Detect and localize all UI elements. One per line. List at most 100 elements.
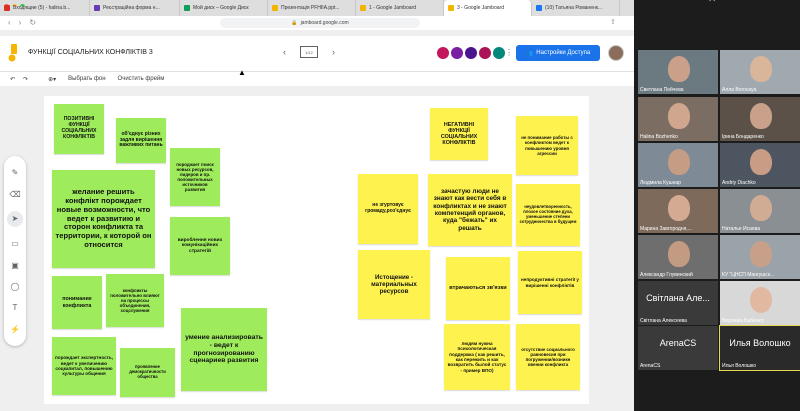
browser-tab[interactable]: Входящие (5) - halina.b... [0, 0, 90, 16]
participant-tile[interactable]: Алла Borovaya [720, 50, 800, 94]
share-page-icon[interactable]: ⇪ [610, 18, 616, 26]
sticky-note[interactable]: конфликты положительно влияют на процесс… [106, 274, 164, 327]
participant-tile[interactable]: Светлана Пейчева [638, 50, 718, 94]
sticky-note[interactable]: умение анализировать - ведет к прогнозир… [181, 308, 267, 391]
sticky-note[interactable]: непродуктивні стратегії у вирішенні конф… [518, 251, 582, 314]
board-toolbar: ↶ ↷ ⊕▾ Выбрать фон Очистить фрейм [0, 72, 634, 86]
collaborator-avatars [437, 47, 505, 59]
participant-video [750, 195, 772, 221]
browser-window: Входящие (5) - halina.b... Реєстраційна … [0, 0, 634, 411]
prev-frame-icon[interactable]: ‹ [283, 47, 286, 57]
participant-video [668, 241, 690, 267]
nav-buttons: ‹ › ↻ [8, 18, 36, 27]
jamboard-logo-icon[interactable] [8, 44, 20, 62]
forms-icon [94, 5, 100, 11]
undo-icon[interactable]: ↶ [10, 76, 15, 83]
more-menu-icon[interactable]: ⋮ [505, 48, 513, 57]
collaborator-avatar-icon[interactable] [479, 47, 491, 59]
browser-tab-strip: Входящие (5) - halina.b... Реєстраційна … [0, 0, 634, 16]
facebook-icon [536, 5, 542, 11]
browser-tab[interactable]: Мой диск – Google Диск [180, 0, 268, 16]
board-title[interactable]: ФУНКЦІЇ СОЦІАЛЬНИХ КОНФЛІКТІВ 3 [28, 49, 153, 56]
eraser-icon[interactable]: ⌫ [9, 190, 20, 199]
collaborator-avatar-icon[interactable] [465, 47, 477, 59]
participant-video [750, 149, 772, 175]
back-icon[interactable]: ‹ [8, 18, 11, 27]
participant-tile[interactable]: Світлана Але... Світлана Алексеева [638, 281, 718, 325]
participant-tile[interactable]: Ірина Бондаренко [720, 97, 800, 141]
video-call-panel: ✕ Светлана Пейчева Алла Borovaya Halina … [634, 0, 800, 411]
participant-video [668, 195, 690, 221]
collaborator-avatar-icon[interactable] [493, 47, 505, 59]
jamboard-icon [448, 5, 454, 11]
participant-tile[interactable]: Вероніка Бабенко [720, 281, 800, 325]
redo-icon[interactable]: ↷ [23, 76, 28, 83]
browser-tab[interactable]: Презентація PFHIIA.ppt... [268, 0, 356, 16]
participant-tile[interactable]: Людмила Кушнар [638, 143, 718, 187]
clear-frame-button[interactable]: Очистить фрейм [118, 76, 165, 82]
sticky-note-icon[interactable]: ▭ [11, 239, 19, 248]
zoom-icon[interactable]: ⊕▾ [48, 76, 56, 83]
browser-tab[interactable]: Реєстраційна форма н... [90, 0, 180, 16]
sticky-note[interactable]: не згуртовує громаду,роз'єднує [358, 174, 418, 244]
collaborator-avatar-icon[interactable] [451, 47, 463, 59]
lock-icon: 🔒 [291, 20, 298, 26]
participant-tile[interactable]: КУ "ЦНСП Мангушск... [720, 235, 800, 279]
sticky-note[interactable]: породжает поиск новых ресурсов, лидеров … [170, 148, 220, 206]
participant-tile-active-speaker[interactable]: Илья Волошко Илья Волошко [719, 325, 800, 371]
collaborator-avatar-icon[interactable] [437, 47, 449, 59]
whiteboard-canvas[interactable]: ПОЗИТИВНІ ФУНКЦІЇ СОЦІАЛЬНИХ КОНФЛІКТІВ … [44, 96, 589, 404]
participant-video [750, 103, 772, 129]
laser-icon[interactable]: ⚡ [10, 325, 20, 334]
participant-video [668, 103, 690, 129]
participant-video [668, 149, 690, 175]
jamboard-icon [360, 5, 366, 11]
participant-tile[interactable]: Andriy Diachko [720, 143, 800, 187]
sticky-note[interactable]: Истощение - материальных ресурсов [358, 250, 430, 319]
participant-video [750, 287, 772, 313]
circle-shape-icon[interactable]: ◯ [11, 282, 20, 291]
mouse-cursor-icon: ▲ [238, 68, 246, 77]
participant-tile[interactable]: Наталье Исаева [720, 189, 800, 233]
sticky-note[interactable]: желание решить конфлікт порождает новые … [52, 170, 155, 268]
drive-icon [184, 5, 190, 11]
share-settings-button[interactable]: 👥 Настройки Доступа [516, 45, 600, 61]
sticky-note[interactable]: понимание конфликта [52, 276, 102, 329]
user-avatar[interactable] [608, 45, 624, 61]
sticky-note[interactable]: не понимание работы с конфликтом ведет к… [516, 116, 578, 175]
reload-icon[interactable]: ↻ [29, 18, 36, 27]
image-icon[interactable]: ▣ [11, 261, 19, 270]
text-box-icon[interactable]: T [13, 303, 18, 312]
participant-tile[interactable]: ArenaCS ArenaCS [638, 326, 718, 370]
address-bar: ‹ › ↻ 🔒 jamboard.google.com ⇪ [0, 16, 634, 30]
collapse-icon[interactable]: ✕ [708, 0, 716, 5]
url-field[interactable]: 🔒 jamboard.google.com [220, 18, 420, 28]
people-icon: 👥 [525, 50, 534, 57]
participant-video [750, 241, 772, 267]
participant-tile[interactable]: Марина Завгородня,... [638, 189, 718, 233]
sticky-note[interactable]: втрачаються зв'язки [446, 257, 510, 320]
sticky-note[interactable]: людям нужна психологическая поддержка ( … [444, 324, 510, 390]
sticky-note[interactable]: об'єднує різних задля вирішення важливих… [116, 118, 166, 163]
browser-tab[interactable]: (10) Татьяна Романенк... [532, 0, 620, 16]
pen-icon[interactable]: ✎ [12, 168, 19, 177]
participant-tile[interactable]: Halina Bozhenko [638, 97, 718, 141]
sticky-note[interactable]: вироблення нових комунікаційних стратегі… [170, 217, 230, 275]
sticky-note[interactable]: порождает экспертность, ведет к увеличен… [52, 337, 116, 395]
sticky-note[interactable]: проявление демократичности общества [120, 348, 175, 397]
sticky-note[interactable]: зачастую люди не знают как вести себя в … [428, 174, 512, 246]
browser-tab-active[interactable]: 3 - Google Jamboard [444, 0, 532, 16]
select-icon[interactable]: ➤ [7, 210, 23, 227]
next-frame-icon[interactable]: › [332, 47, 335, 57]
frame-indicator[interactable]: 1/12 [300, 46, 318, 58]
gmail-icon [4, 5, 10, 11]
sticky-note[interactable]: ПОЗИТИВНІ ФУНКЦІЇ СОЦІАЛЬНИХ КОНФЛІКТІВ [54, 104, 104, 154]
sticky-note[interactable]: неудовлетворенность, плохое состояние ду… [516, 184, 580, 246]
set-background-button[interactable]: Выбрать фон [68, 76, 105, 82]
frame-navigator: ‹ 1/12 › [283, 46, 335, 58]
sticky-note[interactable]: НЕГАТИВНІ ФУНКЦІЇ СОЦІАЛЬНИХ КОНФЛІКТІВ [430, 108, 488, 160]
forward-icon[interactable]: › [19, 18, 22, 27]
sticky-note[interactable]: отсутствие социального равновесия при по… [516, 324, 580, 390]
browser-tab[interactable]: 1 - Google Jamboard [356, 0, 444, 16]
participant-tile[interactable]: Александр Глувинский [638, 235, 718, 279]
